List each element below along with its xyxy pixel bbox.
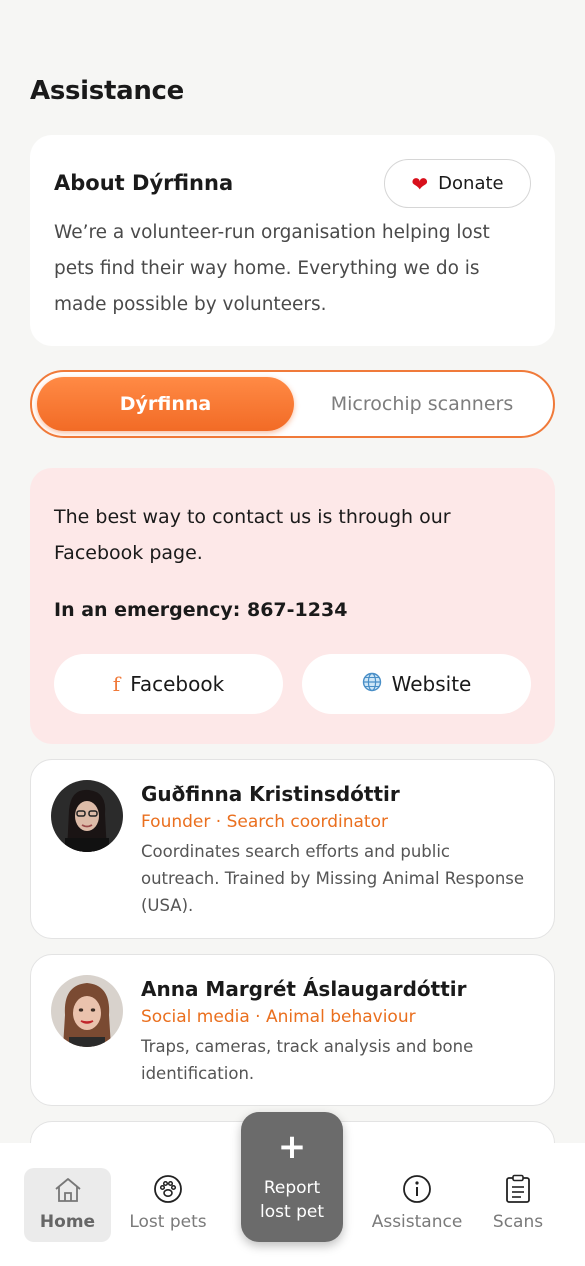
tab-microchip-scanners[interactable]: Microchip scanners [296, 377, 548, 431]
tab-dyrfinna[interactable]: Dýrfinna [37, 377, 294, 431]
nav-scans-label: Scans [492, 1212, 544, 1232]
about-card: About Dýrfinna ❤ Donate We’re a voluntee… [30, 135, 555, 346]
donate-label: Donate [438, 173, 504, 194]
avatar [51, 780, 123, 852]
avatar [51, 975, 123, 1047]
nav-lost-pets[interactable]: Lost pets [124, 1168, 212, 1242]
contact-card: The best way to contact us is through ou… [30, 468, 555, 744]
team-member-bio: Traps, cameras, track analysis and bone … [141, 1037, 474, 1083]
info-icon [403, 1175, 431, 1203]
nav-home-label: Home [39, 1212, 96, 1232]
website-label: Website [391, 672, 472, 696]
team-member-card: Anna Margrét Áslaugardóttir Social media… [30, 954, 555, 1106]
team-member-bio: Coordinates search efforts and public ou… [141, 842, 525, 915]
nav-lost-pets-label: Lost pets [129, 1212, 207, 1232]
team-member-role: Social media · Animal behaviour [141, 1007, 416, 1027]
report-lost-pet-label: Report lost pet [260, 1178, 324, 1222]
report-lost-pet-button[interactable]: + Report lost pet [241, 1112, 343, 1242]
team-member-name: Anna Margrét Áslaugardóttir [141, 977, 467, 1001]
nav-home[interactable]: Home [24, 1168, 111, 1242]
home-icon [54, 1178, 81, 1202]
contact-text: The best way to contact us is through ou… [54, 506, 451, 564]
donate-button[interactable]: ❤ Donate [384, 159, 531, 208]
page-title: Assistance [30, 76, 184, 106]
team-member-card: Guðfinna Kristinsdóttir Founder · Search… [30, 759, 555, 939]
website-button[interactable]: Website [302, 654, 531, 714]
facebook-button[interactable]: f Facebook [54, 654, 283, 714]
emergency-number: In an emergency: 867-1234 [54, 599, 348, 621]
segmented-control: Dýrfinna Microchip scanners [30, 370, 555, 438]
plus-icon: + [277, 1127, 307, 1167]
facebook-icon: f [112, 672, 121, 696]
about-title: About Dýrfinna [54, 171, 234, 195]
paw-icon [154, 1175, 182, 1203]
nav-assistance-label: Assistance [371, 1212, 463, 1232]
facebook-label: Facebook [130, 672, 225, 696]
globe-icon [362, 672, 382, 697]
clipboard-icon [506, 1174, 530, 1203]
nav-scans[interactable]: Scans [478, 1168, 558, 1242]
team-member-role: Founder · Search coordinator [141, 812, 388, 832]
heart-icon: ❤ [411, 171, 429, 196]
about-description: We’re a volunteer-run organisation helpi… [54, 222, 490, 315]
team-member-name: Guðfinna Kristinsdóttir [141, 782, 400, 806]
nav-assistance[interactable]: Assistance [366, 1168, 468, 1242]
